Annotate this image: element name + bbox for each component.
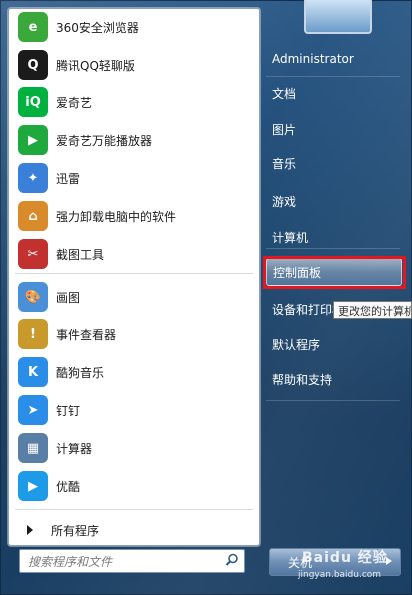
right-item-label: 音乐 (272, 156, 297, 171)
right-item-pictures[interactable]: 图片 (266, 116, 400, 142)
program-item[interactable]: K 酷狗音乐 (13, 354, 255, 390)
qq-penguin-icon: Q (18, 50, 48, 80)
program-label: 画图 (56, 290, 81, 305)
program-label: 迅雷 (56, 171, 81, 186)
iqiyi-icon: iQ (18, 87, 48, 117)
right-item-label: Administrator (272, 52, 354, 66)
right-item-administrator[interactable]: Administrator (266, 46, 400, 72)
program-item[interactable]: ✦ 迅雷 (13, 160, 255, 196)
program-item[interactable]: ▶ 爱奇艺万能播放器 (13, 122, 255, 158)
program-label: 爱奇艺万能播放器 (56, 133, 153, 148)
triangle-right-icon (27, 525, 33, 535)
program-item[interactable]: ▶ 优酷 (13, 468, 255, 504)
right-separator (266, 76, 400, 77)
search-input[interactable] (26, 553, 220, 571)
program-label: 腾讯QQ轻聊版 (56, 58, 135, 73)
program-item[interactable]: ➤ 钉钉 (13, 392, 255, 428)
iqiyi-player-icon: ▶ (18, 125, 48, 155)
right-item-default-programs[interactable]: 默认程序 (266, 331, 400, 357)
program-label: 酷狗音乐 (56, 365, 105, 380)
program-label: 计算器 (56, 441, 93, 456)
thunder-icon: ✦ (18, 163, 48, 193)
program-item[interactable]: ▦ 计算器 (13, 430, 255, 466)
program-label: 强力卸载电脑中的软件 (56, 209, 177, 224)
right-item-label: 默认程序 (272, 337, 321, 352)
program-label: 钉钉 (56, 403, 81, 418)
calculator-icon: ▦ (18, 433, 48, 463)
program-item[interactable]: e 360安全浏览器 (13, 9, 255, 45)
shutdown-options-button[interactable] (377, 549, 400, 573)
event-viewer-icon: ! (18, 319, 48, 349)
snipping-tool-icon: ✂ (18, 239, 48, 269)
start-menu: e 360安全浏览器 Q 腾讯QQ轻聊版 iQ 爱奇艺 ▶ 爱奇艺万能播放器 ✦ 迅雷 ⌂ 强力卸载电… (0, 0, 412, 595)
right-item-help-support[interactable]: 帮助和支持 (266, 366, 400, 392)
program-list-pane: e 360安全浏览器 Q 腾讯QQ轻聊版 iQ 爱奇艺 ▶ 爱奇艺万能播放器 ✦ 迅雷 ⌂ 强力卸载电… (8, 8, 260, 546)
control-panel-tooltip: 更改您的计算机 (333, 301, 412, 319)
right-item-label: 计算机 (272, 230, 309, 245)
right-item-label: 控制面板 (273, 265, 322, 280)
paint-icon: 🎨 (18, 282, 48, 312)
triangle-right-icon (386, 557, 392, 565)
program-label: 优酷 (56, 479, 81, 494)
right-item-label: 帮助和支持 (272, 372, 333, 387)
youku-icon: ▶ (18, 471, 48, 501)
program-label: 爱奇艺 (56, 95, 93, 110)
program-list-separator (15, 273, 253, 274)
right-item-label: 游戏 (272, 194, 297, 209)
program-label: 360安全浏览器 (56, 20, 139, 35)
kugou-icon: K (18, 357, 48, 387)
right-item-label: 图片 (272, 122, 297, 137)
program-label: 截图工具 (56, 247, 105, 262)
all-programs-button[interactable]: 所有程序 (13, 517, 255, 543)
program-item[interactable]: Q 腾讯QQ轻聊版 (13, 47, 255, 83)
user-picture[interactable] (304, 0, 372, 34)
program-item[interactable]: ✂ 截图工具 (13, 236, 255, 272)
right-item-music[interactable]: 音乐 (266, 150, 400, 176)
right-separator (266, 400, 400, 401)
program-label: 事件查看器 (56, 327, 117, 342)
program-item[interactable]: iQ 爱奇艺 (13, 84, 255, 120)
search-icon[interactable] (225, 553, 239, 567)
dingtalk-icon: ➤ (18, 395, 48, 425)
all-programs-separator (15, 509, 253, 510)
shutdown-label: 关机 (288, 555, 313, 570)
right-item-label: 文档 (272, 86, 297, 101)
program-item[interactable]: 🎨 画图 (13, 279, 255, 315)
right-item-documents[interactable]: 文档 (266, 80, 400, 106)
search-box[interactable] (19, 549, 245, 573)
program-item[interactable]: ! 事件查看器 (13, 316, 255, 352)
right-item-computer[interactable]: 计算机 (266, 224, 400, 250)
program-item[interactable]: ⌂ 强力卸载电脑中的软件 (13, 198, 255, 234)
browser-360-icon: e (18, 12, 48, 42)
right-item-games[interactable]: 游戏 (266, 188, 400, 214)
uninstall-icon: ⌂ (18, 201, 48, 231)
right-item-control-panel[interactable]: 控制面板 (266, 258, 402, 286)
shutdown-button[interactable]: 关机 (269, 548, 401, 576)
right-separator (266, 248, 400, 249)
all-programs-label: 所有程序 (51, 523, 100, 538)
